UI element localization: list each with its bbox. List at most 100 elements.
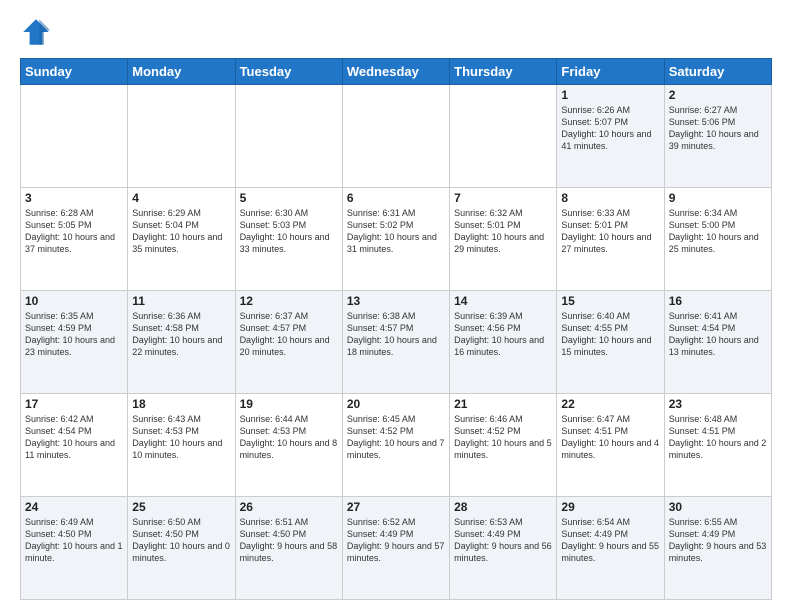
day-number: 27 (347, 500, 445, 514)
day-number: 14 (454, 294, 552, 308)
day-info: Sunrise: 6:26 AM Sunset: 5:07 PM Dayligh… (561, 105, 651, 151)
calendar-cell: 4 Sunrise: 6:29 AM Sunset: 5:04 PM Daylig… (128, 188, 235, 291)
calendar-cell (21, 85, 128, 188)
calendar-cell: 19 Sunrise: 6:44 AM Sunset: 4:53 PM Dayli… (235, 394, 342, 497)
day-info: Sunrise: 6:50 AM Sunset: 4:50 PM Dayligh… (132, 517, 230, 563)
calendar-day-header: Saturday (664, 59, 771, 85)
calendar-cell (235, 85, 342, 188)
calendar-cell: 21 Sunrise: 6:46 AM Sunset: 4:52 PM Dayli… (450, 394, 557, 497)
day-info: Sunrise: 6:28 AM Sunset: 5:05 PM Dayligh… (25, 208, 115, 254)
header (20, 16, 772, 48)
day-number: 1 (561, 88, 659, 102)
calendar-week-row: 17 Sunrise: 6:42 AM Sunset: 4:54 PM Dayli… (21, 394, 772, 497)
calendar-cell: 3 Sunrise: 6:28 AM Sunset: 5:05 PM Daylig… (21, 188, 128, 291)
day-info: Sunrise: 6:31 AM Sunset: 5:02 PM Dayligh… (347, 208, 437, 254)
day-number: 9 (669, 191, 767, 205)
day-number: 7 (454, 191, 552, 205)
day-number: 12 (240, 294, 338, 308)
day-number: 26 (240, 500, 338, 514)
logo-icon (20, 16, 52, 48)
calendar-cell: 27 Sunrise: 6:52 AM Sunset: 4:49 PM Dayli… (342, 497, 449, 600)
day-info: Sunrise: 6:38 AM Sunset: 4:57 PM Dayligh… (347, 311, 437, 357)
calendar-cell: 26 Sunrise: 6:51 AM Sunset: 4:50 PM Dayli… (235, 497, 342, 600)
logo (20, 16, 56, 48)
calendar-cell: 17 Sunrise: 6:42 AM Sunset: 4:54 PM Dayli… (21, 394, 128, 497)
calendar-cell: 16Sunrise: 6:41 AM Sunset: 4:54 PM Dayli… (664, 291, 771, 394)
day-number: 17 (25, 397, 123, 411)
day-info: Sunrise: 6:46 AM Sunset: 4:52 PM Dayligh… (454, 414, 552, 460)
calendar-week-row: 1 Sunrise: 6:26 AM Sunset: 5:07 PM Daylig… (21, 85, 772, 188)
calendar-table: SundayMondayTuesdayWednesdayThursdayFrid… (20, 58, 772, 600)
calendar-week-row: 3 Sunrise: 6:28 AM Sunset: 5:05 PM Daylig… (21, 188, 772, 291)
calendar-cell: 15 Sunrise: 6:40 AM Sunset: 4:55 PM Dayli… (557, 291, 664, 394)
calendar-cell: 2 Sunrise: 6:27 AM Sunset: 5:06 PM Daylig… (664, 85, 771, 188)
day-number: 18 (132, 397, 230, 411)
calendar-cell: 30 Sunrise: 6:55 AM Sunset: 4:49 PM Dayli… (664, 497, 771, 600)
calendar-cell: 12 Sunrise: 6:37 AM Sunset: 4:57 PM Dayli… (235, 291, 342, 394)
day-number: 3 (25, 191, 123, 205)
calendar-header-row: SundayMondayTuesdayWednesdayThursdayFrid… (21, 59, 772, 85)
calendar-cell: 24 Sunrise: 6:49 AM Sunset: 4:50 PM Dayli… (21, 497, 128, 600)
calendar-day-header: Thursday (450, 59, 557, 85)
calendar-cell: 22Sunrise: 6:47 AM Sunset: 4:51 PM Dayli… (557, 394, 664, 497)
day-number: 15 (561, 294, 659, 308)
calendar-day-header: Sunday (21, 59, 128, 85)
calendar-day-header: Monday (128, 59, 235, 85)
day-number: 30 (669, 500, 767, 514)
day-number: 8 (561, 191, 659, 205)
day-info: Sunrise: 6:34 AM Sunset: 5:00 PM Dayligh… (669, 208, 759, 254)
calendar-week-row: 24 Sunrise: 6:49 AM Sunset: 4:50 PM Dayli… (21, 497, 772, 600)
calendar-cell: 13Sunrise: 6:38 AM Sunset: 4:57 PM Dayli… (342, 291, 449, 394)
calendar-cell: 28Sunrise: 6:53 AM Sunset: 4:49 PM Dayli… (450, 497, 557, 600)
day-info: Sunrise: 6:36 AM Sunset: 4:58 PM Dayligh… (132, 311, 222, 357)
calendar-cell: 20Sunrise: 6:45 AM Sunset: 4:52 PM Dayli… (342, 394, 449, 497)
day-info: Sunrise: 6:51 AM Sunset: 4:50 PM Dayligh… (240, 517, 338, 563)
day-info: Sunrise: 6:54 AM Sunset: 4:49 PM Dayligh… (561, 517, 659, 563)
day-number: 28 (454, 500, 552, 514)
day-info: Sunrise: 6:52 AM Sunset: 4:49 PM Dayligh… (347, 517, 445, 563)
calendar-cell (450, 85, 557, 188)
calendar-day-header: Tuesday (235, 59, 342, 85)
day-info: Sunrise: 6:40 AM Sunset: 4:55 PM Dayligh… (561, 311, 651, 357)
calendar-cell (128, 85, 235, 188)
calendar-cell: 11 Sunrise: 6:36 AM Sunset: 4:58 PM Dayli… (128, 291, 235, 394)
calendar-cell: 1 Sunrise: 6:26 AM Sunset: 5:07 PM Daylig… (557, 85, 664, 188)
day-info: Sunrise: 6:55 AM Sunset: 4:49 PM Dayligh… (669, 517, 767, 563)
calendar-week-row: 10 Sunrise: 6:35 AM Sunset: 4:59 PM Dayli… (21, 291, 772, 394)
calendar-cell: 6 Sunrise: 6:31 AM Sunset: 5:02 PM Daylig… (342, 188, 449, 291)
day-info: Sunrise: 6:35 AM Sunset: 4:59 PM Dayligh… (25, 311, 115, 357)
calendar-cell: 7 Sunrise: 6:32 AM Sunset: 5:01 PM Daylig… (450, 188, 557, 291)
day-info: Sunrise: 6:42 AM Sunset: 4:54 PM Dayligh… (25, 414, 115, 460)
day-number: 19 (240, 397, 338, 411)
calendar-cell: 18Sunrise: 6:43 AM Sunset: 4:53 PM Dayli… (128, 394, 235, 497)
calendar-day-header: Wednesday (342, 59, 449, 85)
day-info: Sunrise: 6:45 AM Sunset: 4:52 PM Dayligh… (347, 414, 445, 460)
day-info: Sunrise: 6:37 AM Sunset: 4:57 PM Dayligh… (240, 311, 330, 357)
day-number: 11 (132, 294, 230, 308)
day-info: Sunrise: 6:27 AM Sunset: 5:06 PM Dayligh… (669, 105, 759, 151)
day-info: Sunrise: 6:32 AM Sunset: 5:01 PM Dayligh… (454, 208, 544, 254)
calendar-cell: 10 Sunrise: 6:35 AM Sunset: 4:59 PM Dayli… (21, 291, 128, 394)
day-number: 5 (240, 191, 338, 205)
day-number: 21 (454, 397, 552, 411)
calendar-cell: 9 Sunrise: 6:34 AM Sunset: 5:00 PM Daylig… (664, 188, 771, 291)
day-number: 2 (669, 88, 767, 102)
calendar-cell: 8 Sunrise: 6:33 AM Sunset: 5:01 PM Daylig… (557, 188, 664, 291)
day-number: 10 (25, 294, 123, 308)
day-info: Sunrise: 6:44 AM Sunset: 4:53 PM Dayligh… (240, 414, 338, 460)
day-number: 4 (132, 191, 230, 205)
day-info: Sunrise: 6:49 AM Sunset: 4:50 PM Dayligh… (25, 517, 123, 563)
day-number: 6 (347, 191, 445, 205)
day-info: Sunrise: 6:41 AM Sunset: 4:54 PM Dayligh… (669, 311, 759, 357)
day-info: Sunrise: 6:30 AM Sunset: 5:03 PM Dayligh… (240, 208, 330, 254)
calendar-cell: 29Sunrise: 6:54 AM Sunset: 4:49 PM Dayli… (557, 497, 664, 600)
calendar-day-header: Friday (557, 59, 664, 85)
calendar-cell (342, 85, 449, 188)
day-number: 25 (132, 500, 230, 514)
page: SundayMondayTuesdayWednesdayThursdayFrid… (0, 0, 792, 612)
day-info: Sunrise: 6:29 AM Sunset: 5:04 PM Dayligh… (132, 208, 222, 254)
calendar-cell: 25 Sunrise: 6:50 AM Sunset: 4:50 PM Dayli… (128, 497, 235, 600)
day-info: Sunrise: 6:33 AM Sunset: 5:01 PM Dayligh… (561, 208, 651, 254)
day-number: 24 (25, 500, 123, 514)
day-info: Sunrise: 6:48 AM Sunset: 4:51 PM Dayligh… (669, 414, 767, 460)
